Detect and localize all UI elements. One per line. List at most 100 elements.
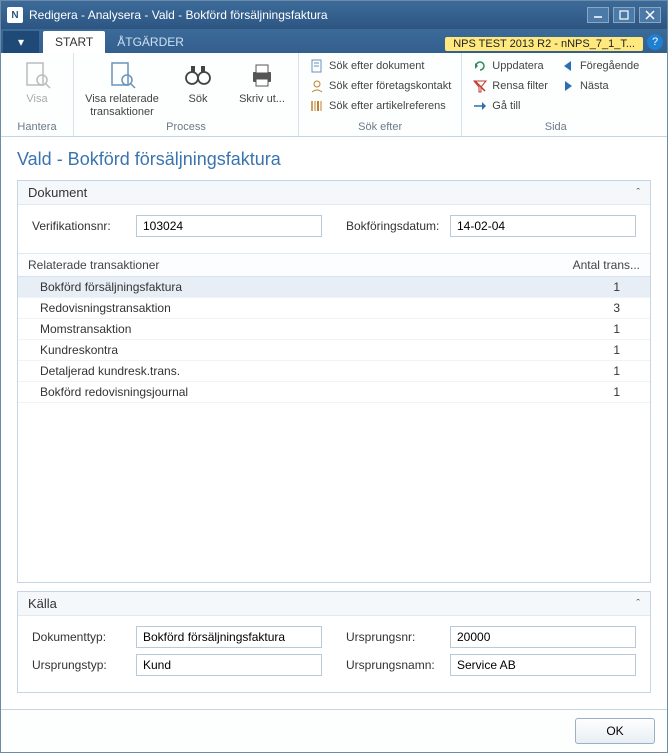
printer-icon	[246, 59, 278, 91]
origin-no-field: Ursprungsnr:	[346, 626, 636, 648]
tab-start[interactable]: START	[43, 31, 105, 53]
row-name: Redovisningstransaktion	[18, 298, 397, 319]
show-button-label: Visa	[26, 93, 47, 106]
ribbon-group-page-label: Sida	[468, 120, 643, 135]
goto-label: Gå till	[492, 100, 520, 112]
row-name: Bokförd redovisningsjournal	[18, 382, 397, 403]
source-section-header[interactable]: Källa ˆ	[18, 592, 650, 616]
document-magnifier-icon	[21, 59, 53, 91]
tab-strip: ▾ START ÅTGÄRDER NPS TEST 2013 R2 - nNPS…	[1, 29, 667, 53]
row-count: 1	[397, 361, 650, 382]
posting-date-input[interactable]	[450, 215, 636, 237]
grid-col-related[interactable]: Relaterade transaktioner	[18, 254, 397, 277]
minimize-button[interactable]	[587, 7, 609, 23]
ribbon-group-search-label: Sök efter	[305, 120, 455, 135]
print-button-label: Skriv ut...	[239, 93, 285, 106]
goto-button[interactable]: Gå till	[468, 97, 552, 115]
row-name: Bokförd försäljningsfaktura	[18, 277, 397, 298]
related-transactions-grid[interactable]: Relaterade transaktioner Antal trans... …	[18, 253, 650, 553]
previous-button[interactable]: Föregående	[556, 57, 643, 75]
binoculars-icon	[182, 59, 214, 91]
table-row[interactable]: Momstransaktion1	[18, 319, 650, 340]
document-type-input[interactable]	[136, 626, 322, 648]
origin-no-input[interactable]	[450, 626, 636, 648]
document-section-header[interactable]: Dokument ˆ	[18, 181, 650, 205]
refresh-label: Uppdatera	[492, 60, 543, 72]
help-icon[interactable]: ?	[647, 34, 663, 50]
search-document-button[interactable]: Sök efter dokument	[305, 57, 455, 75]
clear-filter-icon	[472, 78, 488, 94]
table-row[interactable]: Bokförd försäljningsfaktura1	[18, 277, 650, 298]
origin-name-input[interactable]	[450, 654, 636, 676]
app-icon: N	[7, 7, 23, 23]
origin-type-input[interactable]	[136, 654, 322, 676]
ribbon-group-process-label: Process	[80, 120, 292, 135]
clear-filter-button[interactable]: Rensa filter	[468, 77, 552, 95]
search-contact-label: Sök efter företagskontakt	[329, 80, 451, 92]
row-name: Detaljerad kundresk.trans.	[18, 361, 397, 382]
document-type-field: Dokumenttyp:	[32, 626, 322, 648]
tab-actions[interactable]: ÅTGÄRDER	[105, 31, 196, 53]
ribbon-group-manage: Visa Hantera	[1, 53, 74, 136]
barcode-icon	[309, 98, 325, 114]
row-count: 1	[397, 382, 650, 403]
ribbon-group-process: Visa relaterade transaktioner Sök Skriv …	[74, 53, 299, 136]
ribbon-group-search: Sök efter dokument Sök efter företagskon…	[299, 53, 462, 136]
file-menu-button[interactable]: ▾	[3, 31, 39, 53]
grid-col-count[interactable]: Antal trans...	[397, 254, 650, 277]
ribbon: Visa Hantera Visa relaterade transaktion…	[1, 53, 667, 137]
origin-type-field: Ursprungstyp:	[32, 654, 322, 676]
close-button[interactable]	[639, 7, 661, 23]
environment-badge: NPS TEST 2013 R2 - nNPS_7_1_T...	[445, 37, 643, 51]
contact-icon	[309, 78, 325, 94]
search-document-label: Sök efter dokument	[329, 60, 424, 72]
row-count: 1	[397, 340, 650, 361]
print-button[interactable]: Skriv ut...	[232, 57, 292, 108]
row-name: Momstransaktion	[18, 319, 397, 340]
show-button[interactable]: Visa	[7, 57, 67, 108]
refresh-icon	[472, 58, 488, 74]
window-title: Redigera - Analysera - Vald - Bokförd fö…	[29, 8, 587, 22]
table-row[interactable]: Detaljerad kundresk.trans.1	[18, 361, 650, 382]
arrow-right-icon	[472, 98, 488, 114]
verification-no-field: Verifikationsnr:	[32, 215, 322, 237]
table-row[interactable]: Redovisningstransaktion3	[18, 298, 650, 319]
chevron-up-icon: ˆ	[636, 187, 640, 199]
previous-label: Föregående	[580, 60, 639, 72]
clear-filter-label: Rensa filter	[492, 80, 548, 92]
find-button[interactable]: Sök	[168, 57, 228, 108]
document-magnifier-icon	[106, 59, 138, 91]
origin-name-field: Ursprungsnamn:	[346, 654, 636, 676]
search-itemref-label: Sök efter artikelreferens	[329, 100, 446, 112]
refresh-button[interactable]: Uppdatera	[468, 57, 552, 75]
related-transactions-button[interactable]: Visa relaterade transaktioner	[80, 57, 164, 120]
posting-date-label: Bokföringsdatum:	[346, 219, 450, 233]
page-title: Vald - Bokförd försäljningsfaktura	[17, 149, 651, 170]
ok-button[interactable]: OK	[575, 718, 655, 744]
triangle-left-icon	[560, 58, 576, 74]
triangle-right-icon	[560, 78, 576, 94]
document-section-title: Dokument	[28, 185, 87, 200]
find-button-label: Sök	[189, 93, 208, 106]
related-transactions-label: Visa relaterade transaktioner	[82, 93, 162, 118]
verification-no-label: Verifikationsnr:	[32, 219, 136, 233]
document-type-label: Dokumenttyp:	[32, 630, 136, 644]
row-count: 1	[397, 277, 650, 298]
search-contact-button[interactable]: Sök efter företagskontakt	[305, 77, 455, 95]
next-button[interactable]: Nästa	[556, 77, 643, 95]
row-count: 1	[397, 319, 650, 340]
content-area: Vald - Bokförd försäljningsfaktura Dokum…	[1, 137, 667, 709]
document-section: Dokument ˆ Verifikationsnr: Bokföringsda…	[17, 180, 651, 583]
search-itemref-button[interactable]: Sök efter artikelreferens	[305, 97, 455, 115]
origin-type-label: Ursprungstyp:	[32, 658, 136, 672]
table-row[interactable]: Bokförd redovisningsjournal1	[18, 382, 650, 403]
source-section: Källa ˆ Dokumenttyp: Ursprungsnr: Urspru…	[17, 591, 651, 693]
verification-no-input[interactable]	[136, 215, 322, 237]
maximize-button[interactable]	[613, 7, 635, 23]
origin-no-label: Ursprungsnr:	[346, 630, 450, 644]
table-row[interactable]: Kundreskontra1	[18, 340, 650, 361]
source-section-title: Källa	[28, 596, 57, 611]
row-name: Kundreskontra	[18, 340, 397, 361]
title-bar: N Redigera - Analysera - Vald - Bokförd …	[1, 1, 667, 29]
document-icon	[309, 58, 325, 74]
